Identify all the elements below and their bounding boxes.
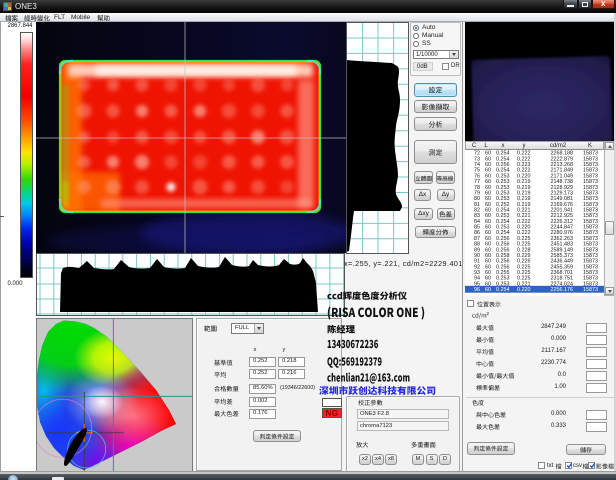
svg-text:2256.176: 2256.176 [551, 287, 573, 293]
svg-text:60: 60 [485, 287, 491, 293]
svg-text:0.254: 0.254 [496, 287, 510, 293]
svg-text:0.220: 0.220 [517, 287, 531, 293]
svg-text:15873: 15873 [583, 287, 598, 293]
svg-text:96: 96 [474, 287, 480, 293]
